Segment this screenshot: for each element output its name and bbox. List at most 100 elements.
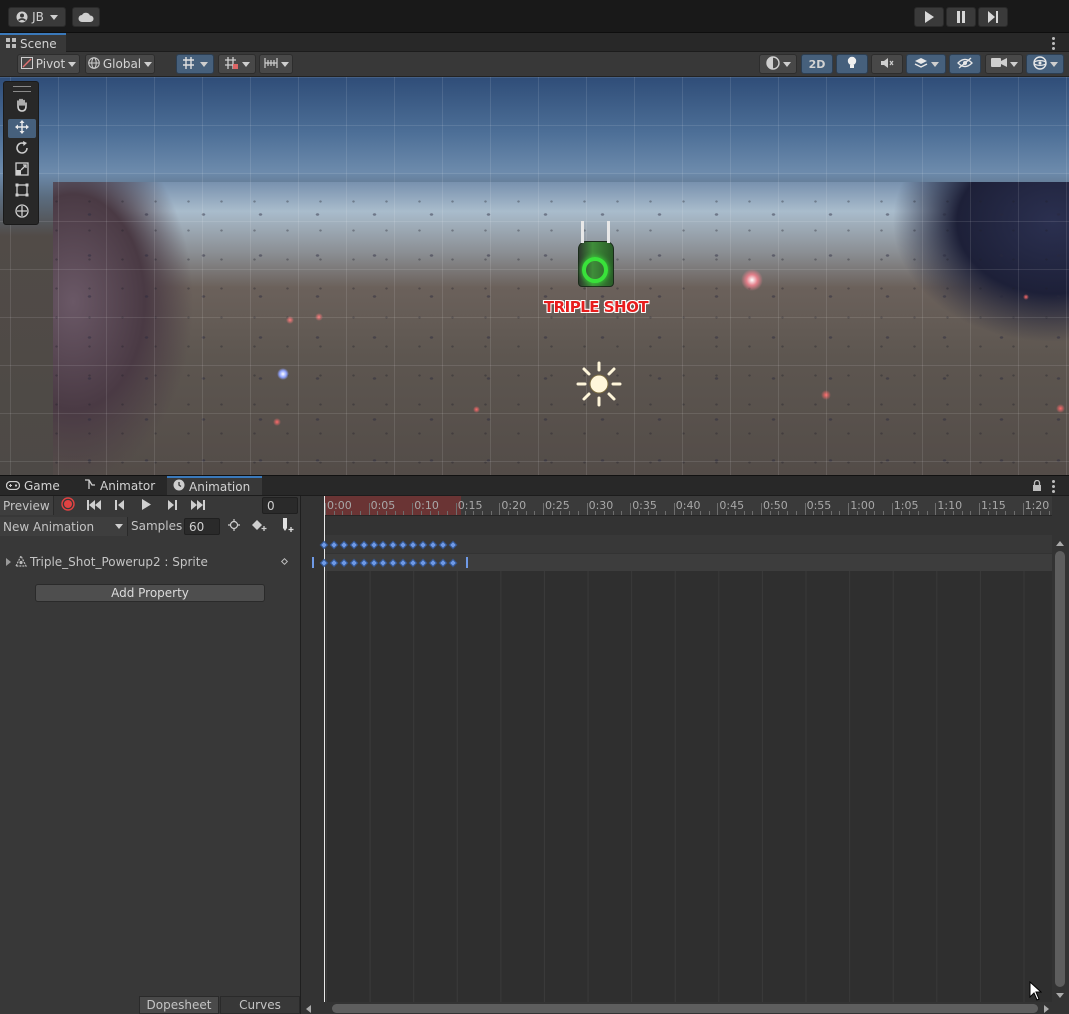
global-label: Global [102, 57, 142, 71]
ruler-minor-tick [508, 511, 510, 515]
frame-number-value: 0 [267, 498, 275, 513]
play-animation-button[interactable] [136, 497, 156, 514]
last-keyframe-button[interactable] [188, 497, 208, 514]
lock-icon[interactable] [1032, 479, 1042, 495]
play-button[interactable] [914, 7, 944, 27]
property-row[interactable]: Triple_Shot_Powerup2 : Sprite [0, 553, 300, 571]
audio-toggle[interactable] [871, 54, 903, 74]
ruler-minor-tick [961, 511, 963, 515]
cloud-button[interactable] [72, 7, 100, 27]
next-keyframe-button[interactable] [162, 497, 182, 514]
chevron-down-icon [144, 61, 153, 67]
scroll-right-arrow[interactable] [1044, 1005, 1049, 1013]
rect-tool-button[interactable] [8, 182, 36, 201]
step-forward-icon [167, 499, 177, 513]
increment-snap-toggle[interactable] [218, 54, 256, 74]
tab-animation[interactable]: Animation [167, 476, 262, 495]
scale-tool-button[interactable] [8, 161, 36, 180]
account-dropdown[interactable]: JB [8, 7, 66, 27]
lighting-toggle[interactable] [836, 54, 868, 74]
scroll-down-arrow[interactable] [1056, 993, 1064, 998]
tab-dopesheet[interactable]: Dopesheet [139, 996, 219, 1014]
ruler-minor-tick [473, 511, 475, 515]
mode-2d-toggle[interactable]: 2D [801, 54, 833, 74]
grid-icon [6, 37, 16, 51]
effects-dropdown[interactable] [906, 54, 946, 74]
previous-keyframe-button[interactable] [110, 497, 130, 514]
frame-number-field[interactable]: 0 [262, 497, 298, 514]
keyframe-diamond-icon[interactable] [280, 557, 289, 566]
global-dropdown[interactable]: Global [85, 54, 155, 74]
tab-animator[interactable]: Animator [78, 476, 162, 495]
filter-by-selection-button[interactable] [224, 518, 244, 535]
ruler-time-label: 0:55 [806, 499, 832, 512]
app-top-bar: JB [0, 0, 1069, 33]
rotate-tool-icon [15, 141, 29, 158]
scene-tab-bar: Scene [0, 33, 1069, 52]
camera-dropdown[interactable] [985, 54, 1023, 74]
rotate-tool-button[interactable] [8, 140, 36, 159]
playhead[interactable] [324, 496, 325, 1002]
scroll-thumb[interactable] [332, 1004, 1038, 1013]
ruler-minor-tick [726, 511, 728, 515]
audio-mute-icon [880, 57, 894, 72]
sun-light-icon[interactable] [576, 361, 622, 407]
pause-icon [956, 11, 966, 23]
timeline-ruler[interactable]: 0:00 0:05 0:10 0:15 0:20 0:25 0:30 0:35 0:40 0:45… [325, 496, 1052, 516]
crosshair-icon [228, 519, 240, 534]
ruler-minor-tick [1031, 511, 1033, 515]
dopesheet-grid[interactable] [325, 571, 1052, 1002]
first-keyframe-button[interactable] [84, 497, 104, 514]
ruler-minor-tick [952, 511, 954, 515]
ruler-minor-tick [647, 511, 649, 515]
triple-shot-powerup-sprite[interactable]: TRIPLE SHOT [540, 219, 652, 319]
chevron-down-icon [1049, 61, 1058, 67]
hand-tool-button[interactable] [8, 97, 36, 116]
ruler-tick [717, 503, 719, 515]
scroll-left-arrow[interactable] [306, 1005, 311, 1013]
transform-tool-button[interactable] [8, 203, 36, 222]
ruler-tick [586, 503, 588, 515]
ruler-minor-tick [682, 511, 684, 515]
clip-start-marker [312, 557, 314, 568]
palette-drag-handle[interactable] [13, 86, 31, 92]
tab-curves-label: Curves [239, 998, 281, 1012]
record-button[interactable] [58, 497, 78, 514]
add-keyframe-button[interactable] [249, 518, 271, 535]
rect-tool-icon [15, 183, 29, 200]
horizontal-scrollbar[interactable] [304, 1003, 1052, 1014]
ruler-minor-tick [394, 511, 396, 515]
tab-curves[interactable]: Curves [220, 996, 300, 1014]
sprite-renderer-icon [15, 554, 27, 570]
scene-viewport[interactable]: TRIPLE SHOT [0, 77, 1069, 475]
shading-mode-dropdown[interactable] [759, 54, 797, 74]
tab-scene[interactable]: Scene [0, 33, 66, 52]
add-property-button[interactable]: Add Property [35, 584, 265, 602]
vertical-scrollbar[interactable] [1055, 541, 1065, 1003]
ruler-toggle[interactable] [259, 54, 293, 74]
ruler-minor-tick [665, 511, 667, 515]
expand-arrow-icon[interactable] [6, 558, 11, 566]
tab-animation-label: Animation [189, 479, 251, 494]
gamepad-icon [5, 479, 21, 493]
clip-dropdown[interactable]: New Animation [0, 517, 128, 536]
ruler-minor-tick [621, 511, 623, 515]
move-tool-button[interactable] [8, 119, 36, 138]
pivot-dropdown[interactable]: Pivot [17, 54, 80, 74]
scroll-thumb[interactable] [1055, 551, 1065, 987]
tab-scene-label: Scene [20, 36, 57, 51]
more-options-icon[interactable] [1052, 480, 1056, 495]
preview-button[interactable]: Preview [0, 496, 54, 515]
pause-button[interactable] [946, 7, 976, 27]
samples-field[interactable]: 60 [184, 518, 220, 535]
grid-snap-toggle[interactable] [176, 54, 214, 74]
scroll-up-arrow[interactable] [1056, 541, 1064, 546]
tab-game[interactable]: Game [0, 476, 66, 495]
add-event-button[interactable] [276, 518, 298, 535]
gizmos-dropdown[interactable] [1026, 54, 1064, 74]
step-button[interactable] [978, 7, 1008, 27]
hidden-objects-toggle[interactable] [949, 54, 981, 74]
add-event-icon [280, 518, 294, 535]
camera-icon [990, 57, 1007, 71]
more-options-icon[interactable] [1052, 37, 1056, 52]
